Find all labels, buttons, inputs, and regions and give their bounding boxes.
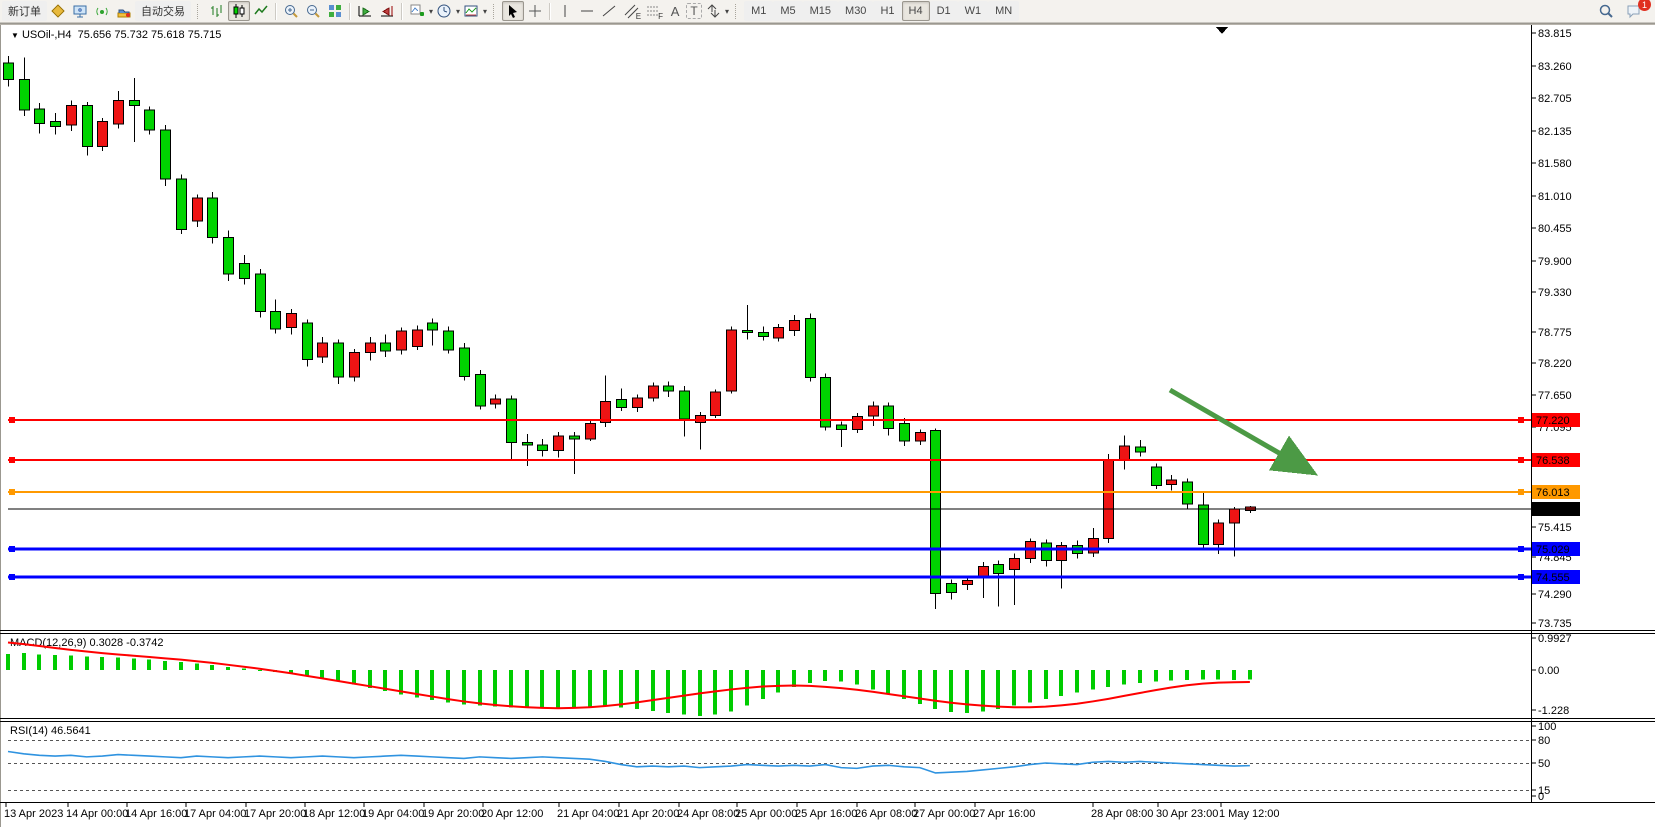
chart-window[interactable]: ▼ USOil-,H4 75.656 75.732 75.618 75.715 … bbox=[0, 23, 1655, 827]
chart-menu-arrow[interactable]: ▼ bbox=[11, 31, 19, 40]
tf-h4-button[interactable]: H4 bbox=[902, 1, 930, 21]
terminal-window: 新订单 自动交易 ▾ bbox=[0, 0, 1655, 827]
tf-m30-button[interactable]: M30 bbox=[838, 1, 873, 21]
text-tool-icon[interactable]: A bbox=[664, 1, 686, 21]
rsi-indicator-label: RSI(14) 46.5641 bbox=[10, 725, 91, 737]
macd-indicator-label: MACD(12,26,9) 0.3028 -0.3742 bbox=[10, 637, 163, 649]
chart-title: ▼ USOil-,H4 75.656 75.732 75.618 75.715 bbox=[11, 29, 221, 41]
tf-h1-button[interactable]: H1 bbox=[873, 1, 901, 21]
symbol-period-label: USOil-,H4 bbox=[22, 29, 72, 41]
tile-windows-icon[interactable] bbox=[324, 1, 346, 21]
template-dropdown[interactable]: ▾ bbox=[483, 7, 487, 16]
text-label-tool-icon[interactable]: T bbox=[686, 3, 702, 19]
candlestick-chart-icon[interactable] bbox=[228, 1, 250, 21]
tf-w1-button[interactable]: W1 bbox=[958, 1, 989, 21]
equidistant-channel-tool-icon[interactable]: E bbox=[620, 1, 642, 21]
periods-clock-icon[interactable] bbox=[433, 1, 455, 21]
fibo-sub-label: F bbox=[658, 12, 663, 21]
toolbar-grip bbox=[493, 4, 498, 19]
tf-m15-button[interactable]: M15 bbox=[803, 1, 838, 21]
ohlc-values: 75.656 75.732 75.618 75.715 bbox=[78, 29, 222, 41]
toolbar-grip bbox=[735, 4, 740, 19]
toolbar-separator bbox=[275, 3, 277, 20]
signals-icon[interactable] bbox=[91, 1, 113, 21]
tf-mn-button[interactable]: MN bbox=[988, 1, 1019, 21]
cursor-tool-icon[interactable] bbox=[502, 1, 524, 21]
tf-m5-button[interactable]: M5 bbox=[773, 1, 802, 21]
community-icon[interactable] bbox=[69, 1, 91, 21]
horizontal-line-tool-icon[interactable] bbox=[576, 1, 598, 21]
template-icon[interactable] bbox=[460, 1, 482, 21]
toolbar-separator bbox=[401, 3, 403, 20]
toolbar-separator bbox=[349, 3, 351, 20]
tf-d1-button[interactable]: D1 bbox=[930, 1, 958, 21]
tf-m1-button[interactable]: M1 bbox=[744, 1, 773, 21]
bar-chart-icon[interactable] bbox=[206, 1, 228, 21]
main-toolbar: 新订单 自动交易 ▾ bbox=[0, 0, 1655, 23]
autotrading-button[interactable]: 自动交易 bbox=[135, 1, 191, 21]
channel-sub-label: E bbox=[636, 12, 641, 21]
line-chart-icon[interactable] bbox=[250, 1, 272, 21]
notification-badge: 1 bbox=[1638, 0, 1651, 11]
market-watch-icon[interactable] bbox=[47, 1, 69, 21]
fibonacci-tool-icon[interactable]: F bbox=[642, 1, 664, 21]
add-indicator-icon[interactable] bbox=[406, 1, 428, 21]
notifications-icon[interactable]: 1 bbox=[1623, 1, 1645, 21]
arrows-dropdown[interactable]: ▾ bbox=[725, 7, 729, 16]
autotrading-icon[interactable] bbox=[113, 1, 135, 21]
zoom-in-icon[interactable] bbox=[280, 1, 302, 21]
auto-scroll-icon[interactable] bbox=[354, 1, 376, 21]
arrows-tool-icon[interactable] bbox=[702, 1, 724, 21]
crosshair-tool-icon[interactable] bbox=[524, 1, 546, 21]
search-icon[interactable] bbox=[1595, 1, 1617, 21]
toolbar-separator bbox=[549, 3, 551, 20]
new-order-button[interactable]: 新订单 bbox=[2, 1, 47, 21]
zoom-out-icon[interactable] bbox=[302, 1, 324, 21]
vertical-line-tool-icon[interactable] bbox=[554, 1, 576, 21]
toolbar-grip bbox=[197, 4, 202, 19]
chart-shift-icon[interactable] bbox=[376, 1, 398, 21]
trendline-tool-icon[interactable] bbox=[598, 1, 620, 21]
